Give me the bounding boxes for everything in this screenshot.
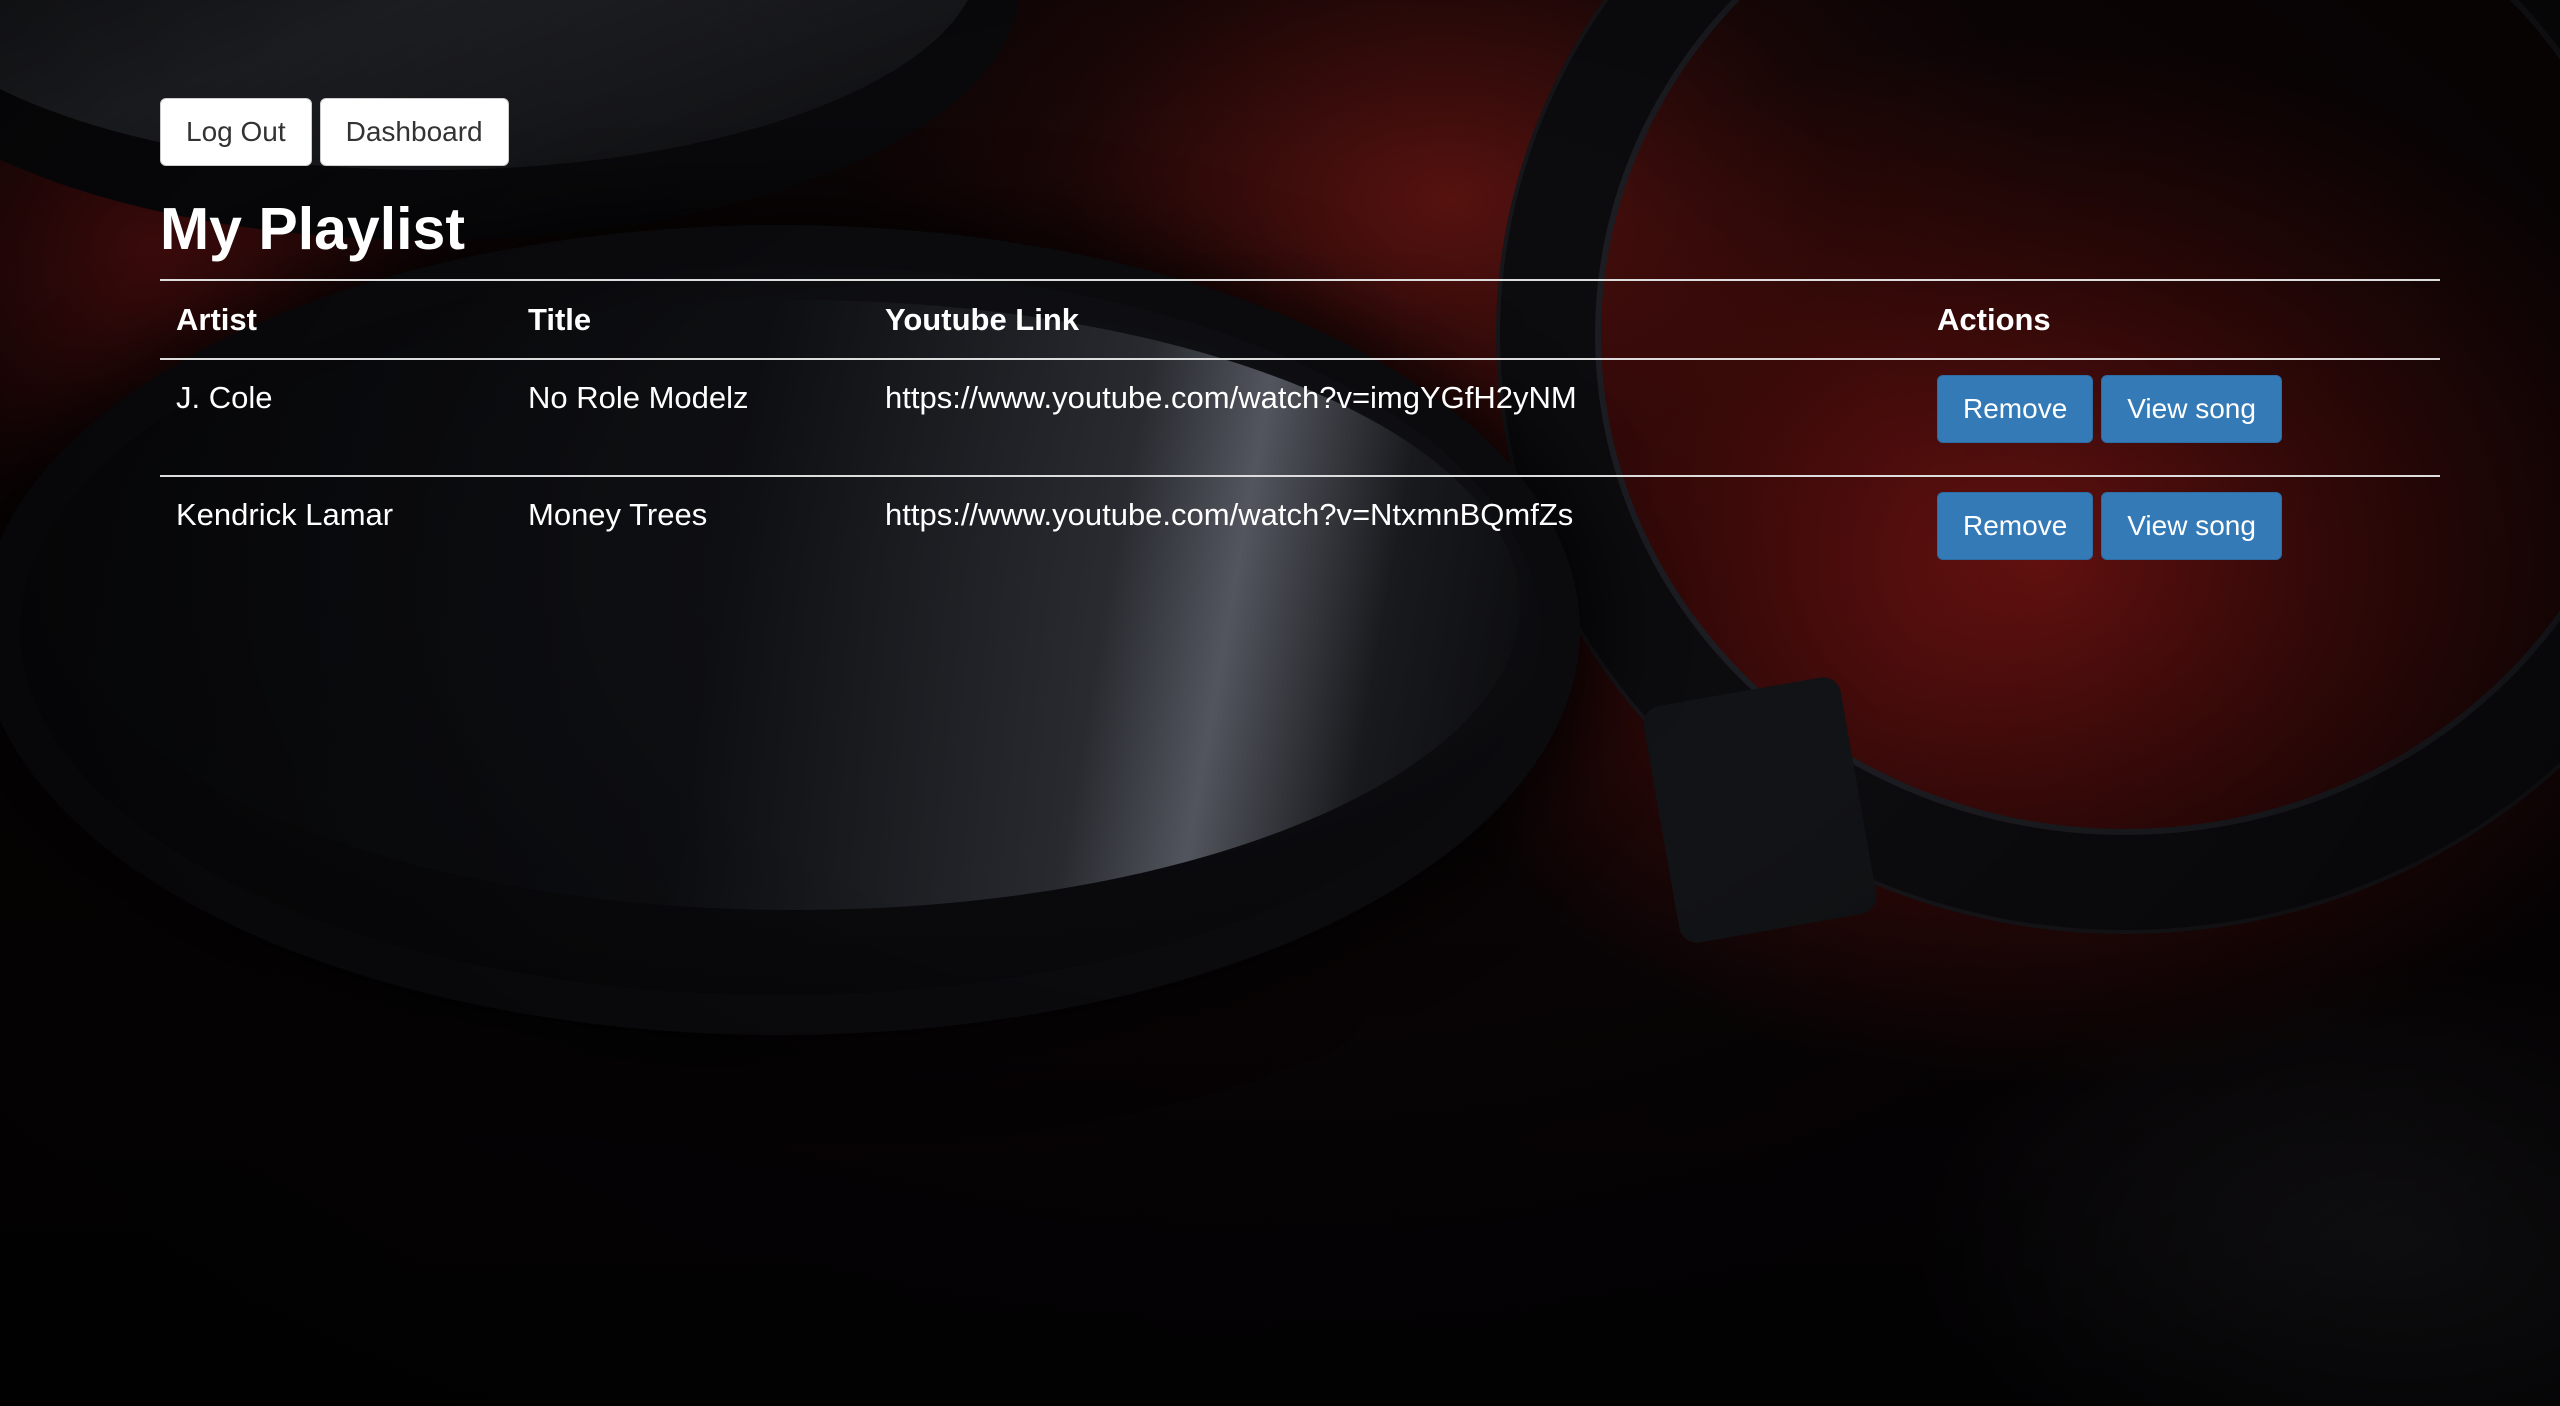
artist-name: J. Cole bbox=[176, 380, 273, 415]
table-row: Kendrick Lamar Money Trees https://www.y… bbox=[160, 476, 2440, 592]
table-row: J. Cole No Role Modelz https://www.youtu… bbox=[160, 359, 2440, 477]
view-song-button[interactable]: View song bbox=[2101, 375, 2282, 443]
title-cell: Money Trees bbox=[512, 476, 869, 592]
top-nav: Log Out Dashboard bbox=[160, 98, 2440, 166]
column-header-title: Title bbox=[512, 279, 869, 360]
logout-button[interactable]: Log Out bbox=[160, 98, 312, 166]
page-title: My Playlist bbox=[160, 196, 465, 262]
remove-button[interactable]: Remove bbox=[1937, 492, 2094, 560]
table-header-row: Artist Title Youtube Link Actions bbox=[160, 279, 2440, 360]
title-cell: No Role Modelz bbox=[512, 359, 869, 477]
youtube-link: https://www.youtube.com/watch?v=imgYGfH2… bbox=[885, 380, 1577, 415]
artist-cell: J. Cole bbox=[160, 359, 512, 477]
remove-button[interactable]: Remove bbox=[1937, 375, 2094, 443]
artist-name: Kendrick Lamar bbox=[176, 497, 394, 532]
youtube-link: https://www.youtube.com/watch?v=NtxmnBQm… bbox=[885, 497, 1574, 532]
artist-cell: Kendrick Lamar bbox=[160, 476, 512, 592]
view-song-button[interactable]: View song bbox=[2101, 492, 2282, 560]
row-actions: Remove View song bbox=[1937, 375, 2424, 443]
actions-cell: Remove View song bbox=[1921, 476, 2440, 592]
link-cell: https://www.youtube.com/watch?v=NtxmnBQm… bbox=[869, 476, 1921, 592]
column-header-artist: Artist bbox=[160, 279, 512, 360]
song-title: No Role Modelz bbox=[528, 380, 749, 415]
dashboard-button[interactable]: Dashboard bbox=[319, 98, 509, 166]
page-content: Log Out Dashboard My Playlist Artist Tit… bbox=[160, 98, 2440, 592]
link-cell: https://www.youtube.com/watch?v=imgYGfH2… bbox=[869, 359, 1921, 477]
actions-cell: Remove View song bbox=[1921, 359, 2440, 477]
column-header-actions: Actions bbox=[1921, 279, 2440, 360]
song-title: Money Trees bbox=[528, 497, 708, 532]
column-header-link: Youtube Link bbox=[869, 279, 1921, 360]
playlist-table: Artist Title Youtube Link Actions J. Col… bbox=[160, 279, 2440, 592]
row-actions: Remove View song bbox=[1937, 492, 2424, 560]
